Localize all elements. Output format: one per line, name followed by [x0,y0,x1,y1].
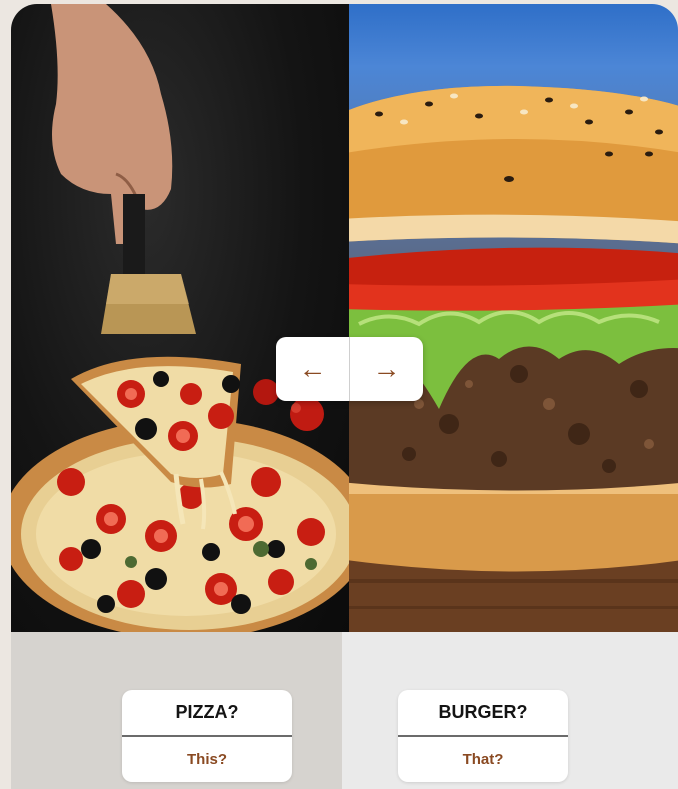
arrow-right-icon: → [372,353,401,384]
burger-option-card[interactable]: BURGER? That? [398,690,568,782]
previous-button[interactable]: ← [276,337,349,401]
pizza-option-title: PIZZA? [122,690,292,737]
burger-option-title: BURGER? [398,690,568,737]
burger-select-button[interactable]: That? [398,737,568,782]
pizza-option-card[interactable]: PIZZA? This? [122,690,292,782]
navigation-controls: ← → [276,337,423,401]
pizza-photo [11,4,349,632]
next-button[interactable]: → [350,337,423,401]
arrow-left-icon: ← [298,353,327,384]
pizza-select-button[interactable]: This? [122,737,292,782]
comparison-card: ← → PIZZA? This? BURGER? That? [11,4,678,789]
burger-photo [349,4,678,632]
